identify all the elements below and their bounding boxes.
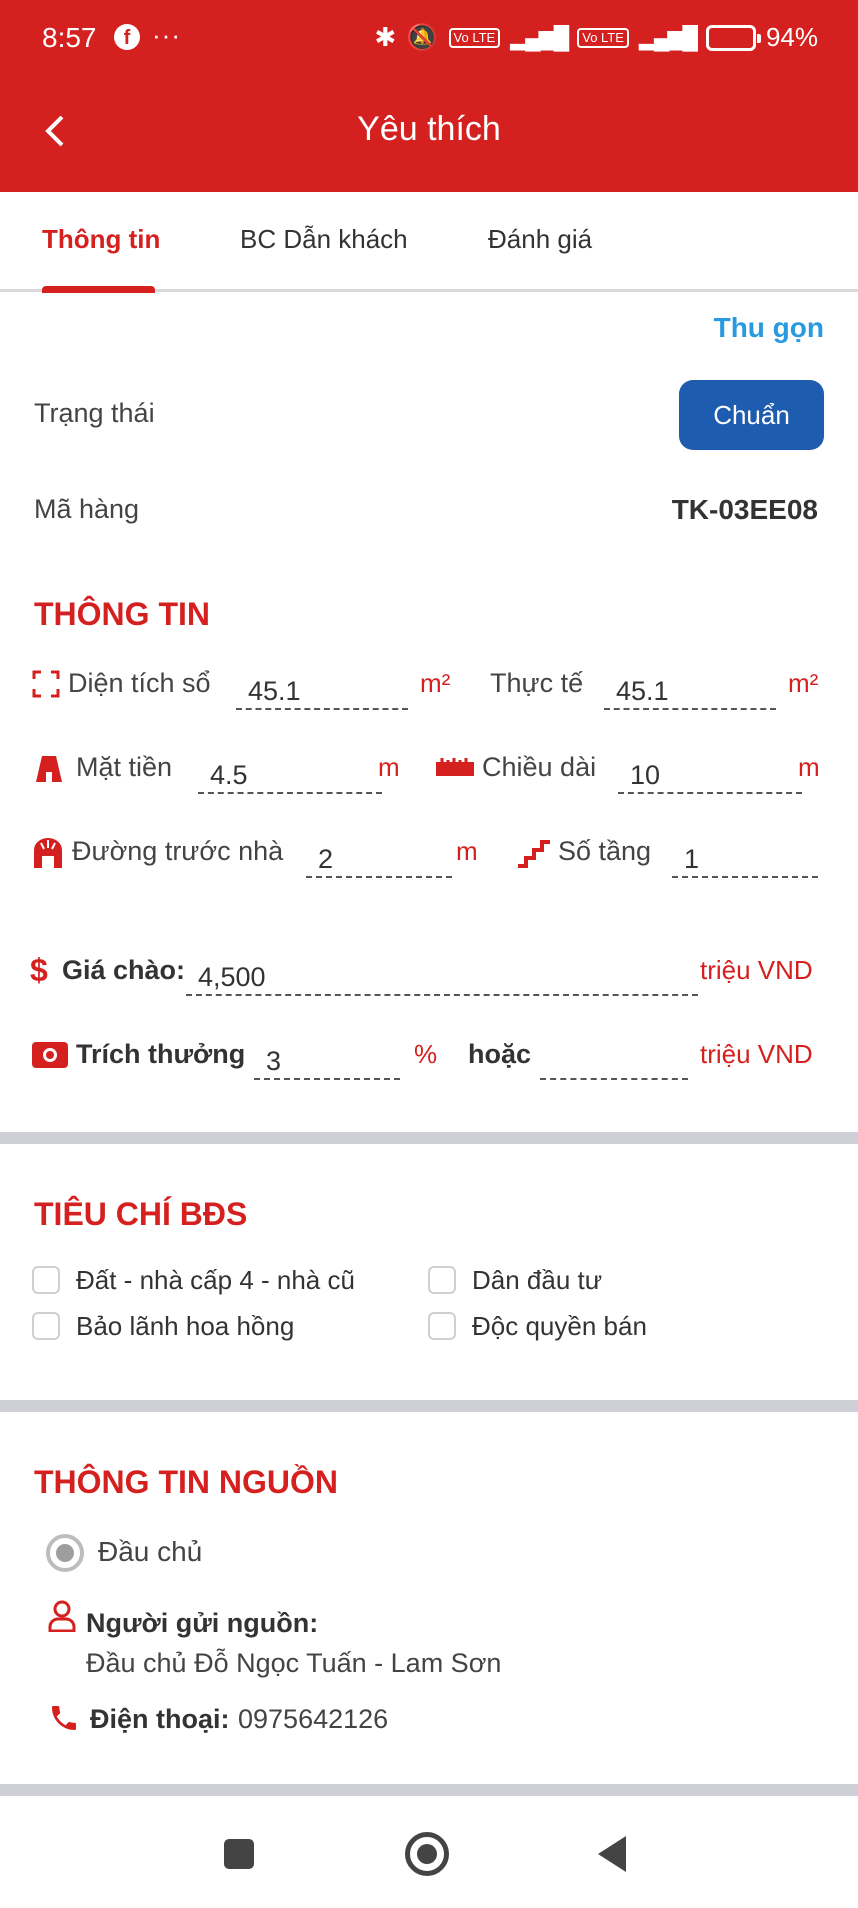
criteria-checkbox[interactable] — [428, 1312, 456, 1340]
criteria-checkbox[interactable] — [32, 1266, 60, 1294]
criteria-label[interactable]: Đất - nhà cấp 4 - nhà cũ — [76, 1265, 355, 1296]
area-real-unit: m² — [788, 668, 819, 698]
volte2-icon: Vo LTE — [577, 27, 629, 48]
area-doc-label: Diện tích sổ — [68, 668, 211, 698]
section-divider — [0, 1132, 858, 1144]
phone-value[interactable]: 0975642126 — [238, 1704, 388, 1735]
or-label: hoặc — [468, 1039, 532, 1069]
status-button[interactable]: Chuẩn — [679, 380, 824, 450]
info-section-title: THÔNG TIN — [34, 596, 210, 632]
ruler-icon — [436, 758, 474, 783]
bonus-label: Trích thưởng — [76, 1039, 246, 1069]
price-unit: triệu VND — [700, 955, 813, 985]
recent-apps-icon[interactable] — [224, 1839, 254, 1869]
bonus-percent-unit: % — [414, 1039, 438, 1069]
tab-bar: Thông tin BC Dẫn khách Đánh giá — [0, 192, 858, 292]
person-icon — [48, 1600, 76, 1637]
frontage-unit: m — [378, 752, 400, 782]
volte-icon: Vo LTE — [448, 27, 501, 48]
signal2-icon: ▂▄▆█ — [638, 24, 698, 50]
section-divider — [0, 1784, 858, 1796]
bonus-percent-field[interactable]: 3 — [254, 1036, 400, 1080]
tab-review[interactable]: Đánh giá — [488, 224, 592, 255]
status-time: 8:57 — [42, 22, 97, 53]
criteria-checkbox[interactable] — [32, 1312, 60, 1340]
facebook-notification-icon: f — [114, 24, 140, 50]
area-real-label: Thực tế — [490, 668, 584, 698]
code-value: TK-03EE08 — [671, 494, 818, 525]
battery-percent: 94% — [765, 22, 818, 52]
dollar-icon: $ — [30, 952, 48, 988]
length-field[interactable]: 10 — [618, 750, 802, 794]
app-bar: Yêu thích — [0, 80, 858, 192]
area-real-field[interactable]: 45.1 — [604, 666, 776, 710]
tab-info[interactable]: Thông tin — [42, 224, 160, 255]
source-section-title: THÔNG TIN NGUỒN — [34, 1464, 338, 1500]
road-label: Đường trước nhà — [72, 836, 284, 866]
collapse-link[interactable]: Thu gọn — [714, 312, 824, 344]
bonus-amount-unit: triệu VND — [700, 1039, 813, 1069]
price-label: Giá chào: — [62, 955, 186, 985]
source-radio-label[interactable]: Đầu chủ — [98, 1536, 202, 1568]
criteria-label[interactable]: Bảo lãnh hoa hồng — [76, 1311, 294, 1342]
more-notifications-icon: ··· — [152, 20, 181, 50]
road-field[interactable]: 2 — [306, 834, 452, 878]
area-corners-icon — [32, 670, 60, 703]
floors-label: Số tầng — [558, 836, 652, 866]
battery-icon — [705, 24, 761, 51]
bonus-amount-field[interactable] — [540, 1036, 688, 1080]
sender-value: Đầu chủ Đỗ Ngọc Tuấn - Lam Sơn — [86, 1648, 502, 1678]
signal-icon: ▂▄▆█ — [510, 24, 569, 50]
tab-guide-report[interactable]: BC Dẫn khách — [240, 224, 408, 255]
criteria-section-title: TIÊU CHÍ BĐS — [34, 1196, 248, 1232]
floors-field[interactable]: 1 — [672, 834, 818, 878]
status-icons: ✱ 🔕 Vo LTE ▂▄▆█ Vo LTE ▂▄▆█ 94% — [374, 22, 818, 53]
price-field[interactable]: 4,500 — [186, 952, 698, 996]
building-front-icon — [32, 754, 66, 787]
sender-label: Người gửi nguồn: — [86, 1608, 319, 1638]
page-title: Yêu thích — [357, 110, 501, 148]
length-unit: m — [798, 752, 820, 782]
system-nav-bar — [0, 1796, 858, 1908]
mute-icon: 🔕 — [406, 22, 439, 52]
frontage-field[interactable]: 4.5 — [198, 750, 382, 794]
phone-label: Điện thoại: — [90, 1704, 230, 1734]
road-unit: m — [456, 836, 478, 866]
home-icon[interactable] — [405, 1832, 449, 1876]
system-back-icon[interactable] — [598, 1836, 626, 1872]
status-bar: 8:57 f ··· ✱ 🔕 Vo LTE ▂▄▆█ Vo LTE ▂▄▆█ 9… — [0, 0, 858, 80]
phone-icon — [48, 1702, 80, 1739]
section-divider — [0, 1400, 858, 1412]
criteria-label[interactable]: Độc quyền bán — [472, 1311, 647, 1342]
length-label: Chiều dài — [482, 752, 597, 782]
source-radio[interactable] — [46, 1534, 84, 1572]
money-icon — [32, 1042, 68, 1073]
area-doc-field[interactable]: 45.1 — [236, 666, 408, 710]
tab-active-indicator — [42, 286, 155, 293]
area-doc-unit: m² — [420, 668, 451, 698]
road-icon — [32, 838, 64, 873]
status-label: Trạng thái — [34, 398, 155, 428]
criteria-label[interactable]: Dân đầu tư — [472, 1265, 602, 1296]
criteria-checkbox[interactable] — [428, 1266, 456, 1294]
frontage-label: Mặt tiền — [76, 752, 173, 782]
code-label: Mã hàng — [34, 494, 140, 524]
bluetooth-icon: ✱ — [374, 22, 397, 52]
stairs-icon — [516, 840, 550, 873]
